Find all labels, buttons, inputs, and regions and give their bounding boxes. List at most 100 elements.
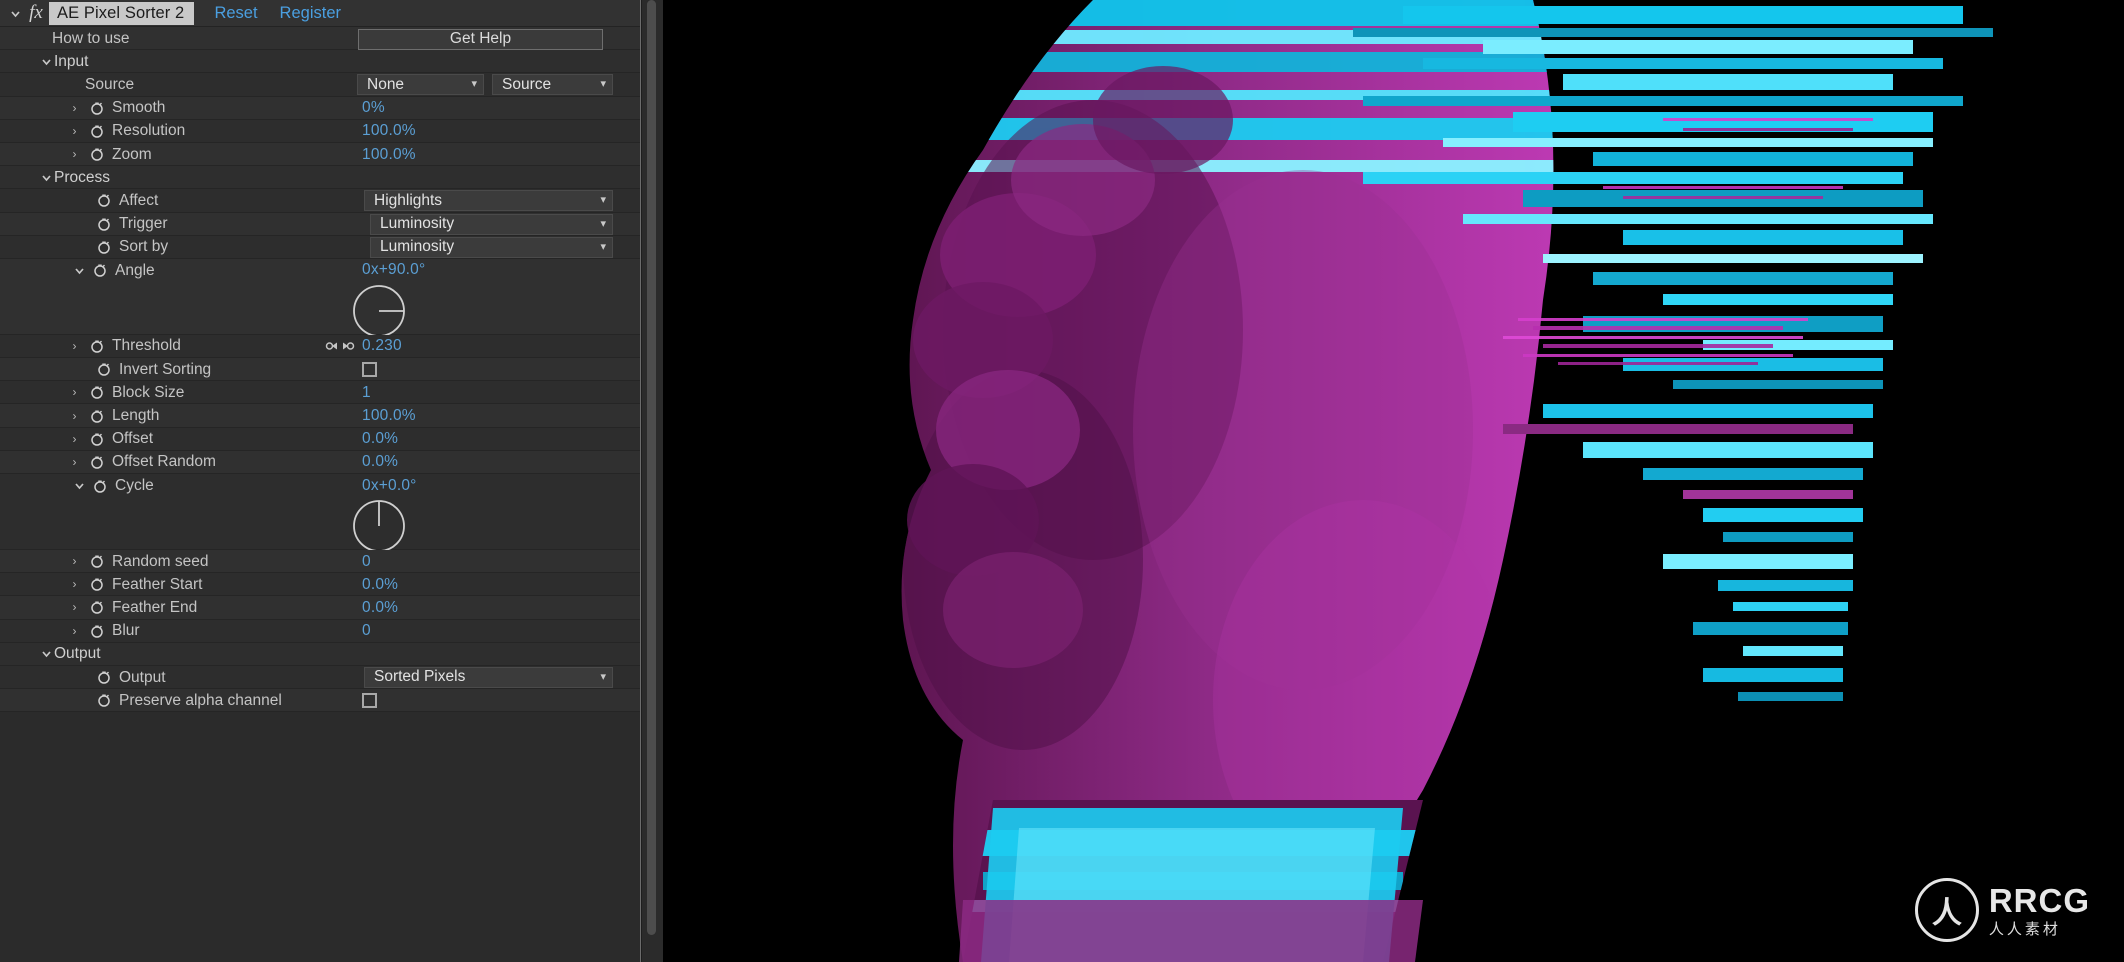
feather-start-value-field[interactable]: 0.0 % [362, 573, 398, 596]
source-layer-value: None [367, 75, 405, 93]
trigger-label: Trigger [119, 215, 168, 233]
stopwatch-icon-cycle[interactable] [91, 477, 109, 495]
chevron-down-icon: ▾ [600, 240, 606, 253]
stopwatch-icon-threshold[interactable] [88, 337, 106, 355]
offset-random-value-field[interactable]: 0.0 % [362, 451, 398, 474]
stopwatch-icon-feather-end[interactable] [88, 598, 106, 616]
resolution-value-field[interactable]: 100.0 % [362, 120, 416, 143]
checkbox-unchecked-icon [362, 362, 377, 378]
get-help-button[interactable]: Get Help [358, 28, 603, 50]
twirl-right-icon-feather-end[interactable]: › [68, 601, 81, 614]
source-channel-dropdown[interactable]: Source ▾ [492, 74, 613, 96]
register-link[interactable]: Register [280, 4, 341, 23]
stopwatch-icon-sort-by[interactable] [95, 238, 113, 256]
threshold-value-field[interactable]: 0.230 [362, 335, 402, 358]
effect-name-label[interactable]: AE Pixel Sorter 2 [49, 1, 195, 25]
affect-value: Highlights [374, 191, 443, 209]
stopwatch-icon-affect[interactable] [95, 191, 113, 209]
cycle-value-field[interactable]: 0x+0.0 ° [362, 474, 416, 497]
invert-sorting-label: Invert Sorting [119, 360, 212, 378]
stopwatch-icon-trigger[interactable] [95, 215, 113, 233]
source-label: Source [85, 75, 135, 93]
stopwatch-icon-length[interactable] [88, 407, 106, 425]
checkbox-unchecked-icon [362, 693, 377, 709]
affect-label: Affect [119, 191, 159, 209]
stopwatch-icon-angle[interactable] [91, 261, 109, 279]
offset-value-field[interactable]: 0.0 % [362, 428, 398, 451]
panel-scrollbar-track[interactable] [641, 0, 663, 962]
stopwatch-icon-block-size[interactable] [88, 383, 106, 401]
row-length: › Length 100.0 % [0, 404, 641, 428]
stopwatch-icon-random-seed[interactable] [88, 552, 106, 570]
stopwatch-icon-offset[interactable] [88, 430, 106, 448]
blur-value-field[interactable]: 0 [362, 620, 371, 643]
blur-value: 0 [362, 622, 371, 640]
composition-viewer[interactable]: 人 RRCG 人人素材 [663, 0, 2124, 962]
zoom-value-field[interactable]: 100.0 % [362, 143, 416, 166]
twirl-right-icon-resolution[interactable]: › [68, 124, 81, 137]
group-input[interactable]: Input [0, 50, 641, 74]
row-offset-random: › Offset Random 0.0 % [0, 450, 641, 474]
output-dropdown[interactable]: Sorted Pixels ▾ [364, 666, 613, 688]
group-process[interactable]: Process [0, 166, 641, 190]
row-trigger: Trigger Luminosity ▾ [0, 212, 641, 236]
scrub-handle-icon[interactable] [325, 339, 355, 353]
feather-end-label: Feather End [112, 598, 198, 616]
stopwatch-icon-output[interactable] [95, 668, 113, 686]
source-channel-value: Source [502, 75, 552, 93]
stopwatch-icon-preserve-alpha[interactable] [95, 691, 113, 709]
twirl-right-icon-block-size[interactable]: › [68, 386, 81, 399]
cycle-value: 0x+0.0 [362, 476, 411, 494]
source-layer-dropdown[interactable]: None ▾ [357, 74, 484, 96]
block-size-value-field[interactable]: 1 [362, 381, 371, 404]
twirl-right-icon-offset[interactable]: › [68, 432, 81, 445]
feather-end-value-field[interactable]: 0.0 % [362, 596, 398, 619]
group-label-input: Input [54, 52, 89, 70]
effect-controls-scroll-area: fx AE Pixel Sorter 2 Reset Register How … [0, 0, 641, 713]
twirl-down-icon-cycle[interactable] [72, 478, 87, 493]
twirl-right-icon-length[interactable]: › [68, 409, 81, 422]
invert-sorting-checkbox[interactable] [362, 358, 377, 381]
twirl-down-icon-input[interactable] [39, 54, 54, 69]
panel-scrollbar-thumb[interactable] [647, 0, 656, 935]
stopwatch-icon-resolution[interactable] [88, 122, 106, 140]
reset-link[interactable]: Reset [214, 4, 257, 23]
output-value: Sorted Pixels [374, 668, 466, 686]
sort-by-dropdown[interactable]: Luminosity ▾ [370, 236, 613, 258]
angle-value-field[interactable]: 0x+90.0 ° [362, 259, 425, 282]
row-output: Output Sorted Pixels ▾ [0, 665, 641, 690]
twirl-right-icon-offset-random[interactable]: › [68, 455, 81, 468]
stopwatch-icon-blur[interactable] [88, 622, 106, 640]
twirl-right-icon-random-seed[interactable]: › [68, 555, 81, 568]
resolution-unit: % [401, 122, 416, 140]
twirl-down-icon-process[interactable] [39, 170, 54, 185]
row-feather-start: › Feather Start 0.0 % [0, 573, 641, 597]
preserve-alpha-checkbox[interactable] [362, 689, 377, 712]
twirl-right-icon-threshold[interactable]: › [68, 339, 81, 352]
affect-dropdown[interactable]: Highlights ▾ [364, 190, 613, 212]
chevron-down-icon: ▾ [600, 217, 606, 230]
group-output[interactable]: Output [0, 642, 641, 666]
twirl-down-icon-output[interactable] [39, 646, 54, 661]
random-seed-value-field[interactable]: 0 [362, 550, 371, 573]
twirl-down-icon-angle[interactable] [72, 263, 87, 278]
twirl-right-icon-blur[interactable]: › [68, 624, 81, 637]
effect-header-row[interactable]: fx AE Pixel Sorter 2 Reset Register [0, 0, 641, 27]
fx-icon: fx [29, 2, 43, 23]
pixel-sorted-bust-artwork [663, 0, 2124, 962]
twirl-right-icon-zoom[interactable]: › [68, 148, 81, 161]
twirl-right-icon-smooth[interactable]: › [68, 101, 81, 114]
trigger-dropdown[interactable]: Luminosity ▾ [370, 213, 613, 235]
twirl-down-icon[interactable] [8, 6, 23, 21]
random-seed-value: 0 [362, 552, 371, 570]
row-cycle: Cycle 0x+0.0 ° [0, 474, 641, 552]
stopwatch-icon-smooth[interactable] [88, 99, 106, 117]
stopwatch-icon-zoom[interactable] [88, 145, 106, 163]
stopwatch-icon-feather-start[interactable] [88, 575, 106, 593]
length-value-field[interactable]: 100.0 % [362, 404, 416, 427]
smooth-value-field[interactable]: 0 % [362, 97, 385, 120]
twirl-right-icon-feather-start[interactable]: › [68, 578, 81, 591]
row-blur: › Blur 0 [0, 619, 641, 643]
stopwatch-icon-invert-sorting[interactable] [95, 360, 113, 378]
stopwatch-icon-offset-random[interactable] [88, 453, 106, 471]
